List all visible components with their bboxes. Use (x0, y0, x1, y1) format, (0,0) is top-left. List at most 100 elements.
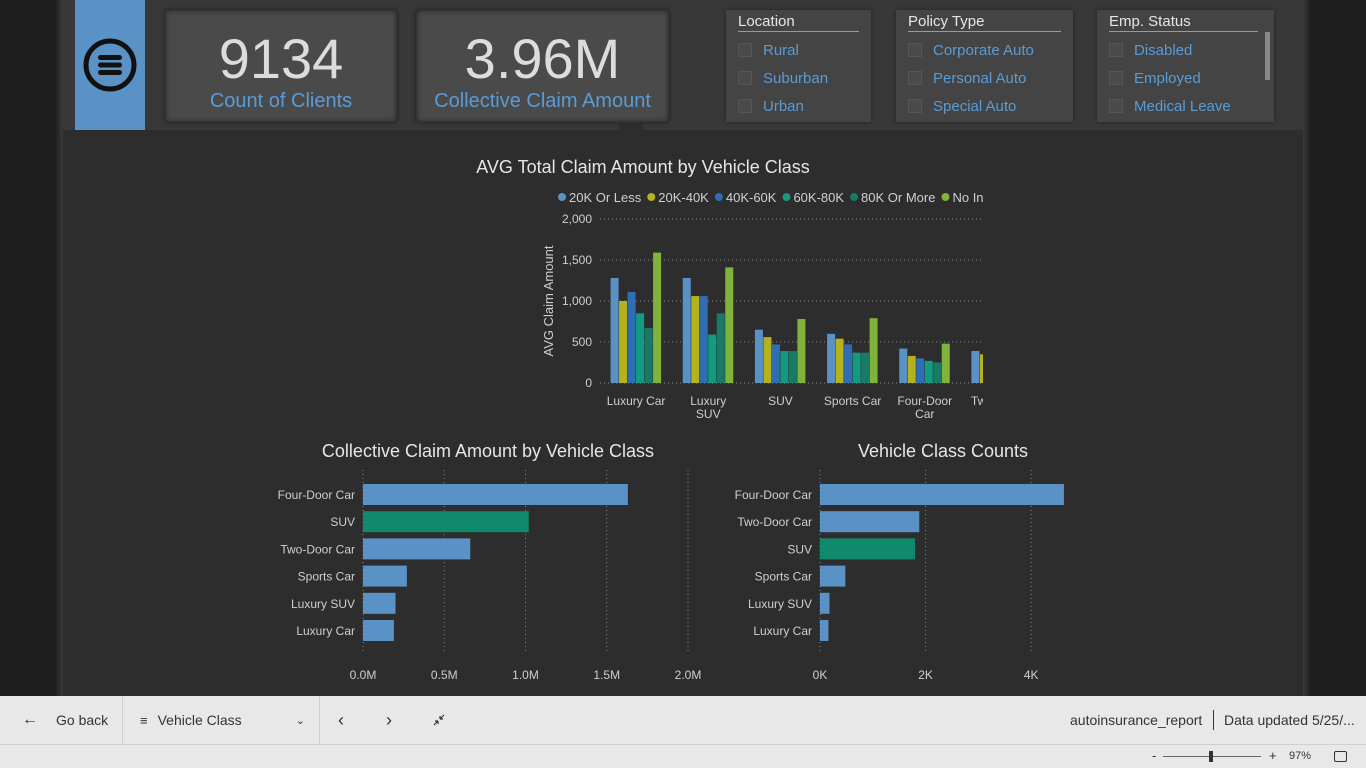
slicer-option-employed[interactable]: Employed (1109, 68, 1274, 88)
kpi-value: 3.96M (464, 27, 621, 90)
y-tick-label: 500 (572, 335, 592, 349)
x-tick-label: Car (915, 407, 934, 421)
bar-luxury-car-20k-or-less (610, 278, 619, 383)
bar-sports-car-40k-60k (844, 344, 853, 383)
exit-fullscreen-button[interactable] (432, 696, 446, 744)
chart-title-vehicle-class-counts: Vehicle Class Counts (857, 441, 1029, 461)
bar-luxury-suv-no-income (725, 267, 734, 383)
zoom-in-button[interactable]: + (1269, 748, 1277, 763)
kpi-value: 9134 (218, 27, 344, 90)
kpi-label: Collective Claim Amount (434, 90, 651, 112)
legend-marker-20k-or-less (558, 193, 566, 201)
bar-two-door-car-20k-40k (979, 354, 983, 383)
canvas-shadow-right (1303, 0, 1311, 696)
bar-sports-car-20k-or-less (827, 333, 836, 383)
option-label: Special Auto (933, 97, 1017, 115)
checkbox[interactable] (1109, 71, 1123, 85)
slicer-scrollbar[interactable] (1265, 32, 1270, 80)
divider (122, 696, 123, 744)
divider (1213, 710, 1214, 730)
slicer-option-corporate-auto[interactable]: Corporate Auto (908, 40, 1073, 60)
y-tick-label: SUV (330, 515, 355, 529)
x-tick-label: Luxury Car (607, 394, 666, 408)
kpi-card-count-of-clients: 9134 Count of Clients (165, 10, 397, 122)
bar-four-door-car-20k-40k (907, 355, 916, 383)
bar-sports-car (820, 565, 846, 587)
option-label: Suburban (763, 69, 829, 87)
legend-marker-40k-60k (714, 193, 723, 201)
report-name: autoinsurance_report (1070, 712, 1203, 728)
option-label: Rural (763, 41, 799, 59)
bar-luxury-car-20k-40k (619, 301, 628, 383)
checkbox[interactable] (908, 71, 922, 85)
slicer-option-urban[interactable]: Urban (738, 96, 871, 116)
checkbox[interactable] (738, 71, 752, 85)
y-tick-label: Sports Car (755, 570, 812, 584)
checkbox[interactable] (738, 43, 752, 57)
chart-vehicle-class-counts: 0K 2K 4K Four-Door Car Two-Door Car SUV Sports… (735, 470, 1064, 680)
x-tick-label: 1.0M (512, 668, 539, 680)
slicer-title: Policy Type (908, 13, 1061, 32)
bar-luxury-suv-20k-40k (691, 296, 700, 383)
page-list-icon: ≡ (140, 712, 148, 728)
x-tick-label: 2.0M (675, 668, 702, 680)
legend-label-60k-80k: 60K-80K (793, 190, 844, 205)
previous-page-button[interactable]: ‹ (338, 696, 344, 744)
zoom-slider-thumb[interactable] (1209, 751, 1213, 762)
y-tick-label: 0 (585, 376, 592, 390)
bar-suv-20k-or-less (754, 329, 763, 383)
legend-label-no-income: No Income (952, 190, 983, 205)
option-label: Disabled (1134, 41, 1193, 59)
x-tick-label: SUV (696, 407, 721, 421)
slicer-option-special-auto[interactable]: Special Auto (908, 96, 1073, 116)
legend-marker-no-income (941, 193, 950, 201)
fit-to-page-icon[interactable] (1334, 751, 1347, 762)
zoom-out-button[interactable]: - (1152, 748, 1156, 763)
chart-title-avg-claim: AVG Total Claim Amount by Vehicle Class (476, 157, 810, 177)
bar-suv-80k-or-more (788, 351, 797, 383)
chart-title-collective-claim: Collective Claim Amount by Vehicle Class (321, 441, 655, 461)
bar-two-door-car (363, 538, 471, 560)
slicer-option-disabled[interactable]: Disabled (1109, 40, 1274, 60)
go-back-button[interactable]: ← Go back (22, 696, 108, 744)
checkbox[interactable] (908, 43, 922, 57)
checkbox[interactable] (738, 99, 752, 113)
legend-marker-20k-40k (647, 193, 656, 201)
go-back-label: Go back (56, 712, 109, 728)
canvas-shadow-left (55, 0, 63, 696)
checkbox[interactable] (1109, 43, 1123, 57)
bar-suv-no-income (797, 319, 806, 383)
option-label: Personal Auto (933, 69, 1027, 87)
bar-luxury-suv (820, 592, 830, 614)
checkbox[interactable] (908, 99, 922, 113)
kpi-label: Count of Clients (209, 90, 353, 112)
slicer-emp-status: Emp. Status Disabled Employed Medical Le… (1097, 10, 1274, 122)
x-tick-label: Sports Car (824, 394, 881, 408)
bar-suv-20k-40k (763, 337, 772, 383)
legend-marker-60k-80k (782, 193, 791, 201)
slicer-title: Emp. Status (1109, 13, 1258, 32)
x-tick-label: 0.0M (350, 668, 377, 680)
slicer-option-personal-auto[interactable]: Personal Auto (908, 68, 1073, 88)
bar-luxury-car-40k-60k (627, 291, 636, 383)
checkbox[interactable] (1109, 99, 1123, 113)
page-selector-dropdown[interactable]: ≡ Vehicle Class ⌄ (140, 696, 305, 744)
y-tick-label: Luxury Car (296, 624, 355, 638)
slicer-option-medical-leave[interactable]: Medical Leave (1109, 96, 1274, 116)
option-label: Medical Leave (1134, 97, 1231, 115)
bar-luxury-suv-60k-80k (708, 334, 717, 383)
slicer-title: Location (738, 13, 859, 32)
slicer-location: Location Rural Suburban Urban (726, 10, 871, 122)
x-tick-label: Two-Door (971, 394, 983, 408)
hamburger-menu-icon (83, 38, 137, 92)
next-page-button[interactable]: › (386, 696, 392, 744)
bar-luxury-car (820, 620, 829, 641)
slicer-option-rural[interactable]: Rural (738, 40, 871, 60)
report-canvas: 9134 Count of Clients 3.96M Collective C… (63, 0, 1303, 696)
legend-label-40k-60k: 40K-60K (726, 190, 777, 205)
y-tick-label: Four-Door Car (735, 488, 812, 502)
option-label: Urban (763, 97, 804, 115)
slicer-option-suburban[interactable]: Suburban (738, 68, 871, 88)
menu-button[interactable] (75, 0, 145, 130)
option-label: Corporate Auto (933, 41, 1034, 59)
